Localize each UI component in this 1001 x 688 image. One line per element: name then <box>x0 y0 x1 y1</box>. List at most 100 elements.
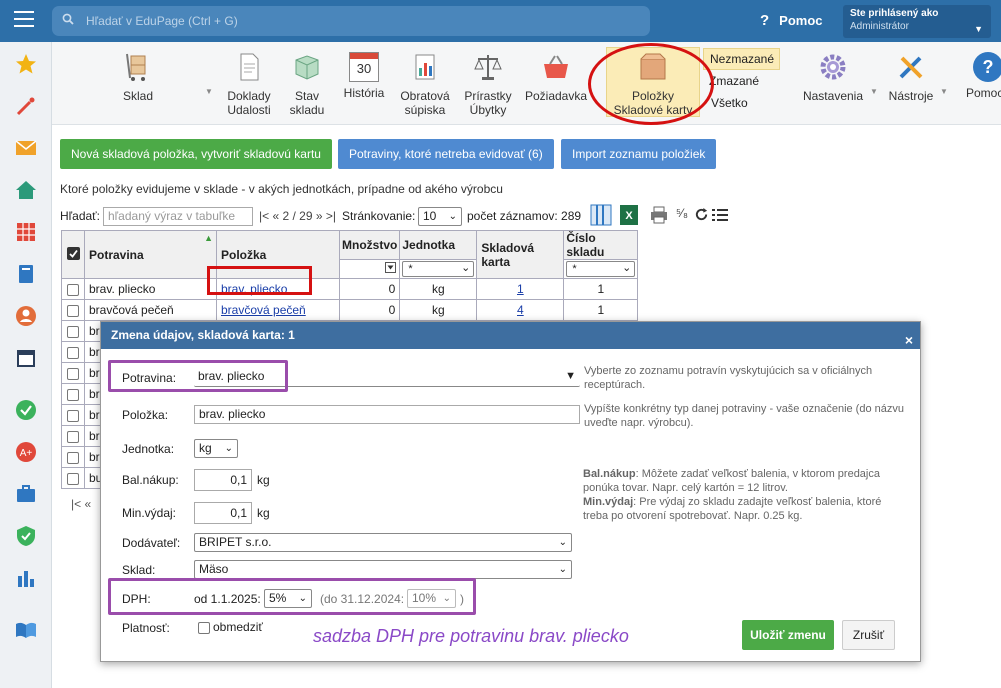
row-checkbox[interactable] <box>61 299 85 321</box>
open-book-icon[interactable] <box>14 618 38 642</box>
row-checkbox[interactable] <box>61 404 85 426</box>
filter-mnozstvo[interactable] <box>338 259 401 279</box>
col-header-sklad[interactable]: Číslo skladu <box>563 230 639 260</box>
dialog-header: Zmena údajov, skladová karta: 1 × <box>101 322 920 349</box>
edit-dialog: Zmena údajov, skladová karta: 1 × Potravi… <box>100 321 921 662</box>
shield-icon[interactable] <box>14 524 38 548</box>
book-icon[interactable] <box>14 262 38 286</box>
col-header-potravina[interactable]: Potravina ▲ <box>84 230 217 279</box>
excel-icon[interactable]: X <box>619 204 639 226</box>
row-checkbox[interactable] <box>61 320 85 342</box>
table-row[interactable]: bravčová pečeň bravčová pečeň 0 kg 4 1 <box>61 299 639 321</box>
fraction-icon[interactable]: ⁵⁄₈ <box>676 206 688 220</box>
select-all-checkbox[interactable] <box>61 230 85 279</box>
new-item-button[interactable]: Nová skladová položka, vytvoriť skladovú… <box>60 139 332 169</box>
cancel-button[interactable]: Zrušiť <box>842 620 895 650</box>
platnost-checkbox[interactable]: obmedziť <box>198 620 263 634</box>
polozka-input[interactable]: brav. pliecko <box>194 405 580 424</box>
toolbar-prirastky[interactable]: Prírastky Úbytky <box>460 52 516 117</box>
filter-sklad[interactable]: * ⌄ <box>563 259 639 279</box>
filter-vsetko[interactable]: Všetko <box>711 96 748 110</box>
filter-value: * <box>572 263 577 275</box>
cell-karta-value[interactable]: 4 <box>517 303 524 317</box>
toolbar-obratova-label: Obratová súpiska <box>400 89 450 117</box>
col-header-jednotka[interactable]: Jednotka <box>399 230 478 260</box>
import-button[interactable]: Import zoznamu položiek <box>561 139 717 169</box>
cell-potravina-value: bravčová pečeň <box>89 303 174 317</box>
filter-input[interactable]: hľadaný výraz v tabuľke <box>103 207 253 226</box>
platnost-checkbox-label: obmedziť <box>213 620 263 634</box>
toolbar-nastroje[interactable]: Nástroje <box>886 52 936 103</box>
toolbar-obratova[interactable]: Obratová súpiska <box>396 52 454 117</box>
row-checkbox[interactable] <box>61 278 85 300</box>
star-icon[interactable] <box>14 52 38 76</box>
calendar-icon[interactable] <box>14 346 38 370</box>
chart-icon[interactable] <box>14 566 38 590</box>
bal-input[interactable]: 0,1 <box>194 469 252 491</box>
toolbar-poziadavka[interactable]: Požiadavka <box>522 52 590 103</box>
cell-sklad-value: 1 <box>597 282 605 296</box>
dialog-title: Zmena údajov, skladová karta: 1 <box>111 328 295 342</box>
chevron-down-icon[interactable]: ▼ <box>205 87 213 96</box>
table-row[interactable]: brav. pliecko brav. pliecko 0 kg 1 1 <box>61 278 639 300</box>
row-checkbox[interactable] <box>61 467 85 489</box>
filter-value: * <box>408 263 413 275</box>
toolbar-sklad[interactable]: Sklad <box>110 52 166 103</box>
timetable-icon[interactable] <box>14 220 38 244</box>
filter-nezmazane[interactable]: Nezmazané <box>703 48 780 70</box>
check-icon[interactable] <box>14 398 38 422</box>
user-menu[interactable]: Ste prihlásený ako Administrátor ▼ <box>843 5 991 38</box>
checkbox-icon <box>67 472 79 485</box>
toolbar-doklady[interactable]: Doklady Udalosti <box>222 52 276 117</box>
columns-icon[interactable] <box>590 204 612 226</box>
hamburger-menu-icon[interactable] <box>14 11 34 29</box>
cell-karta-value[interactable]: 1 <box>517 282 524 296</box>
close-icon[interactable]: × <box>905 327 913 354</box>
magic-wand-icon[interactable] <box>14 94 38 118</box>
print-icon[interactable] <box>649 205 669 225</box>
chevron-down-icon[interactable]: ▼ <box>940 87 948 96</box>
page-size-select[interactable]: 10 ⌄ <box>418 207 462 226</box>
col-label: Položka <box>221 247 267 262</box>
help-button[interactable]: ? Pomoc <box>760 12 823 29</box>
cell-polozka-value[interactable]: bravčová pečeň <box>221 303 306 317</box>
save-button[interactable]: Uložiť zmenu <box>742 620 834 650</box>
list-icon[interactable] <box>712 207 728 222</box>
sklad-select[interactable]: Mäso ⌄ <box>194 560 572 579</box>
user-name: Administrátor <box>850 21 909 32</box>
dodavatel-select[interactable]: BRIPET s.r.o. ⌄ <box>194 533 572 552</box>
toolbar-nastavenia-label: Nastavenia <box>802 89 864 103</box>
row-checkbox[interactable] <box>61 446 85 468</box>
search-input[interactable]: Hľadať v EduPage (Ctrl + G) <box>52 6 650 36</box>
polozka-label: Položka: <box>122 408 169 422</box>
mail-icon[interactable] <box>14 136 38 160</box>
toolbar-nastavenia[interactable]: Nastavenia <box>800 52 866 103</box>
filter-zmazane[interactable]: Zmazané <box>709 74 759 88</box>
col-header-mnozstvo[interactable]: Množstvo <box>338 230 401 260</box>
briefcase-icon[interactable] <box>14 482 38 506</box>
toolbar-stav[interactable]: Stav skladu <box>283 52 331 117</box>
pager[interactable]: |< « 2 / 29 » >| <box>259 209 336 223</box>
filter-jednotka[interactable]: * ⌄ <box>399 259 478 279</box>
col-header-karta[interactable]: Skladová karta <box>476 230 565 279</box>
chevron-down-icon: ⌄ <box>224 443 233 454</box>
row-checkbox[interactable] <box>61 362 85 384</box>
bal-hint-title: Bal.nákup <box>583 468 636 480</box>
pager-bottom[interactable]: |< « <box>71 497 91 511</box>
row-checkbox[interactable] <box>61 341 85 363</box>
chevron-down-icon[interactable]: ▼ <box>870 87 878 96</box>
toolbar-pomoc[interactable]: ? Pomoc <box>966 52 1001 100</box>
toolbar-historia[interactable]: 30 História <box>338 52 390 100</box>
row-checkbox[interactable] <box>61 383 85 405</box>
row-checkbox[interactable] <box>61 425 85 447</box>
cell-potravina-value: br <box>89 450 100 464</box>
min-input[interactable]: 0,1 <box>194 502 252 524</box>
jednotka-select[interactable]: kg ⌄ <box>194 439 238 458</box>
refresh-icon[interactable] <box>694 207 709 222</box>
home-icon[interactable] <box>14 178 38 202</box>
filter-icon <box>385 262 397 273</box>
sort-asc-icon: ▲ <box>204 233 213 243</box>
potraviny-button[interactable]: Potraviny, ktoré netreba evidovať (6) <box>338 139 554 169</box>
user-icon[interactable] <box>14 304 38 328</box>
grade-icon[interactable]: A+ <box>14 440 38 464</box>
